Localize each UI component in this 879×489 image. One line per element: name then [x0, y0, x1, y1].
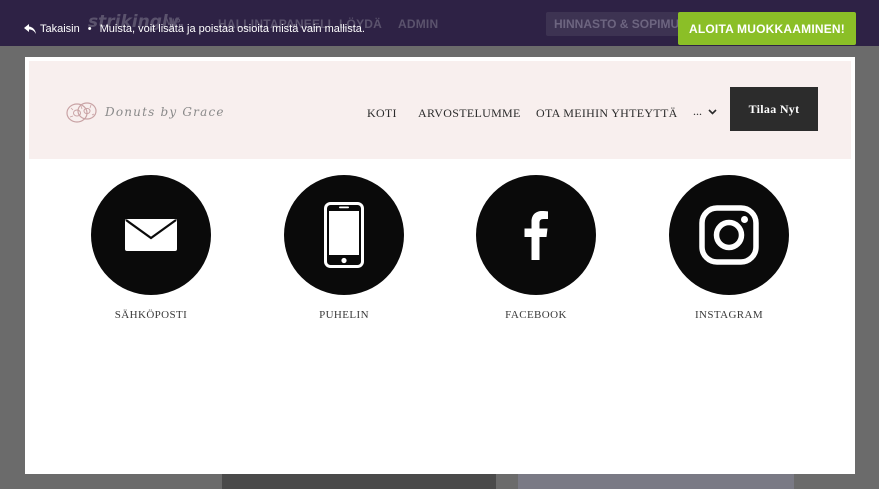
back-arrow-icon[interactable]: [24, 24, 36, 34]
menu-item-contact[interactable]: OTA MEIHIN YHTEYTTÄ: [536, 106, 678, 121]
preview-notice: Takaisin • Muista, voit lisätä ja poista…: [24, 23, 365, 35]
contact-label: FACEBOOK: [505, 309, 567, 321]
contact-facebook[interactable]: FACEBOOK: [456, 175, 616, 321]
contact-icon-circle[interactable]: [91, 175, 211, 295]
template-thumbnail: [518, 474, 794, 489]
phone-icon: [324, 202, 364, 268]
email-icon: [125, 219, 177, 251]
donut-logo-icon: [66, 102, 97, 123]
contact-label: SÄHKÖPOSTI: [114, 309, 188, 321]
menu-item-home[interactable]: KOTI: [367, 106, 397, 121]
template-preview: Donuts by Grace KOTI ARVOSTELUMME OTA ME…: [25, 57, 855, 474]
instagram-icon: [699, 205, 759, 265]
menu-item-reviews[interactable]: ARVOSTELUMME: [418, 106, 521, 121]
contact-icon-circle[interactable]: [284, 175, 404, 295]
contact-label: PUHELIN: [319, 309, 369, 321]
site-header: Donuts by Grace KOTI ARVOSTELUMME OTA ME…: [29, 61, 851, 159]
contact-instagram[interactable]: INSTAGRAM: [649, 175, 809, 321]
menu-more-dropdown[interactable]: ...: [693, 104, 717, 119]
template-thumbnail: [222, 474, 496, 489]
chevron-down-icon: [708, 108, 717, 115]
contact-icon-circle[interactable]: [669, 175, 789, 295]
site-brand[interactable]: Donuts by Grace: [65, 100, 225, 124]
facebook-icon: [524, 211, 548, 260]
back-link[interactable]: Takaisin: [40, 23, 80, 35]
contact-email[interactable]: SÄHKÖPOSTI: [71, 175, 231, 321]
nav-admin[interactable]: ADMIN: [398, 17, 438, 31]
pricing-button[interactable]: HINNASTO & SOPIMUKS: [546, 12, 686, 36]
site-name: Donuts by Grace: [105, 105, 225, 119]
contact-icon-circle[interactable]: [476, 175, 596, 295]
contact-label: INSTAGRAM: [694, 309, 764, 321]
start-editing-button[interactable]: ALOITA MUOKKAAMINEN!: [678, 12, 856, 45]
menu-more-label: ...: [693, 104, 702, 118]
order-now-button[interactable]: Tilaa Nyt: [730, 87, 818, 131]
contact-phone[interactable]: PUHELIN: [264, 175, 424, 321]
notice-separator: •: [87, 23, 92, 35]
notice-message: Muista, voit lisätä ja poistaa osioita m…: [99, 23, 365, 35]
